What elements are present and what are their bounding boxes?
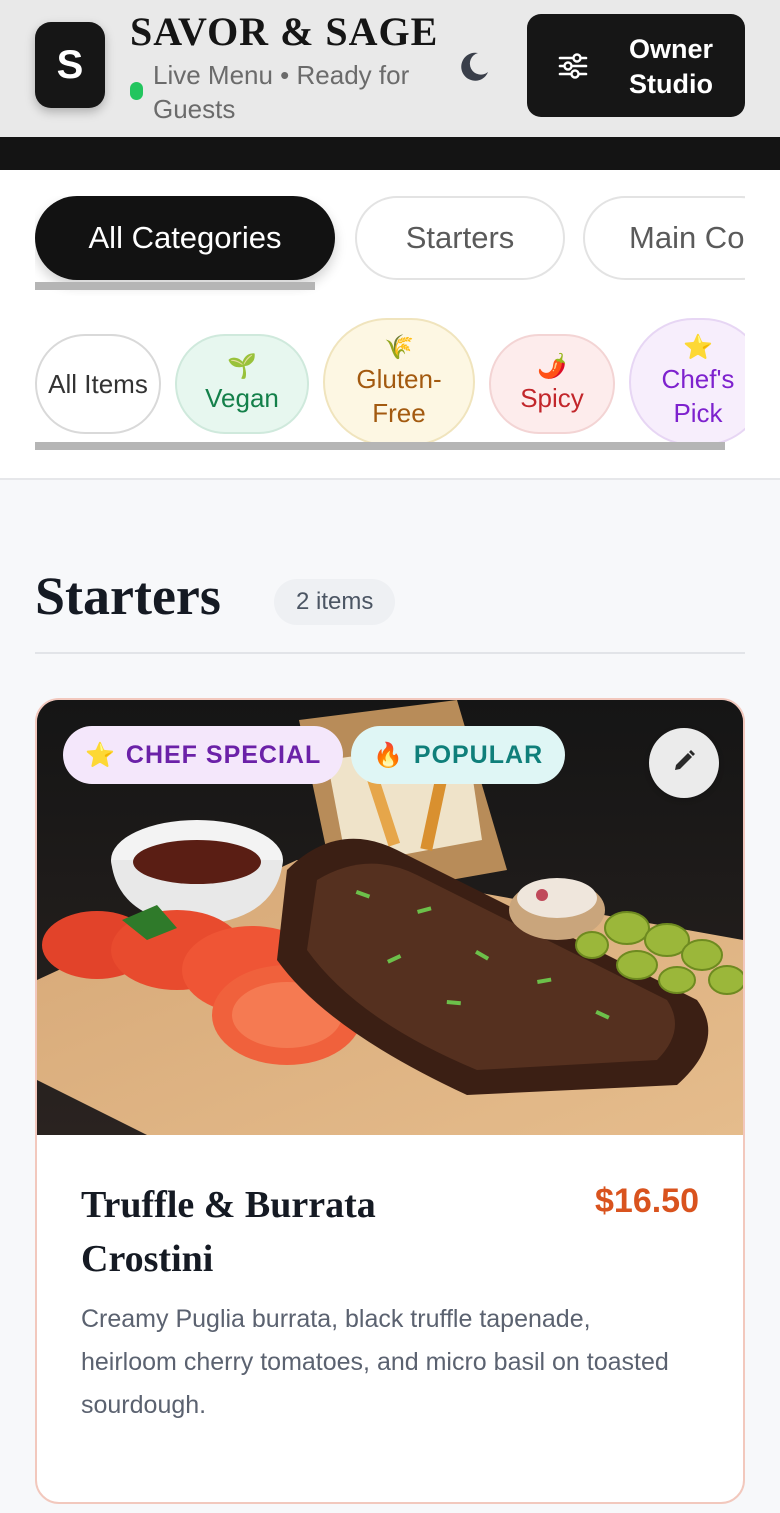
category-tabs: All Categories Starters Main Co: [35, 196, 745, 296]
section-title: Starters: [35, 566, 221, 626]
dish-photo: ⭐ CHEF SPECIAL 🔥 POPULAR: [37, 700, 743, 1135]
diet-filter-label: All Items: [48, 369, 148, 399]
diet-filter-label: Gluten-Free: [356, 364, 442, 428]
star-icon: ⭐: [683, 334, 713, 361]
diet-filter-spicy[interactable]: 🌶️ Spicy: [489, 334, 615, 434]
star-icon: ⭐: [85, 741, 116, 769]
tab-starters[interactable]: Starters: [355, 196, 565, 280]
live-status-dot: [130, 82, 143, 100]
item-count-badge: 2 items: [274, 579, 396, 625]
badge-label: POPULAR: [413, 740, 544, 769]
pencil-icon: [671, 748, 697, 779]
diet-filters: All Items 🌱 Vegan 🌾 Gluten-Free 🌶️ Spicy…: [35, 316, 745, 444]
tab-all-categories[interactable]: All Categories: [35, 196, 335, 280]
dish-name: Truffle & Burrata Crostini: [81, 1184, 376, 1280]
live-status-text: Live Menu • Ready for Guests: [153, 60, 410, 124]
diet-filter-label: Spicy: [520, 383, 584, 413]
edit-item-button[interactable]: [649, 728, 719, 798]
brand-name: SAVOR & SAGE: [130, 9, 439, 54]
owner-studio-button[interactable]: Owner Studio: [527, 14, 745, 117]
section-divider: [35, 652, 745, 654]
chili-pepper-icon: 🌶️: [537, 353, 567, 380]
fire-icon: 🔥: [373, 741, 404, 769]
header-divider-bar: [0, 137, 780, 170]
chef-special-badge: ⭐ CHEF SPECIAL: [63, 726, 344, 784]
app-header: S SAVOR & SAGE Live Menu • Ready for Gue…: [0, 0, 780, 137]
diet-filter-gluten-free[interactable]: 🌾 Gluten-Free: [323, 318, 475, 444]
tab-main-courses[interactable]: Main Co: [583, 196, 745, 280]
diet-filter-chefs-pick[interactable]: ⭐ Chef's Pick: [629, 318, 745, 444]
dish-description: Creamy Puglia burrata, black truffle tap…: [81, 1305, 669, 1419]
category-scrollbar[interactable]: [35, 282, 315, 290]
diet-scrollbar[interactable]: [35, 442, 725, 450]
seedling-icon: 🌱: [227, 353, 257, 380]
wheat-icon: 🌾: [384, 334, 414, 361]
diet-filter-label: Chef's Pick: [661, 364, 735, 428]
dish-price: $16.50: [595, 1182, 699, 1220]
diet-filter-vegan[interactable]: 🌱 Vegan: [175, 334, 309, 434]
diet-filter-label: Vegan: [205, 383, 279, 413]
badge-label: CHEF SPECIAL: [125, 740, 322, 769]
menu-item-card[interactable]: ⭐ CHEF SPECIAL 🔥 POPULAR Truffle & Burra…: [35, 698, 745, 1504]
filter-panel: All Categories Starters Main Co All Item…: [0, 170, 780, 480]
diet-filter-all-items[interactable]: All Items: [35, 334, 161, 434]
sliders-icon: [557, 50, 589, 82]
brand-logo[interactable]: S: [35, 22, 105, 108]
moon-icon[interactable]: [456, 46, 496, 86]
popular-badge: 🔥 POPULAR: [351, 726, 566, 784]
owner-studio-label: Owner Studio: [628, 34, 714, 99]
